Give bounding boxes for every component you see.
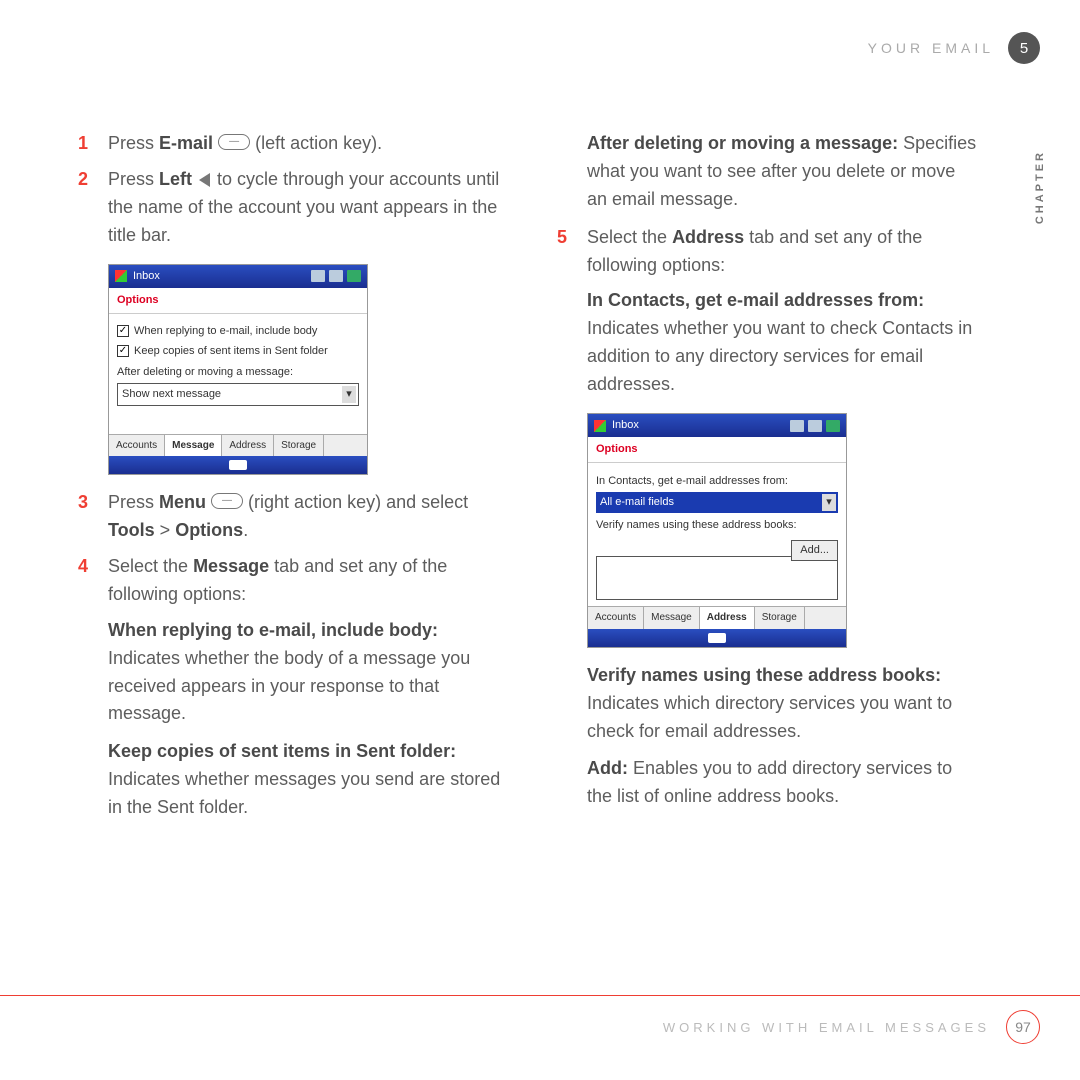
tab-storage[interactable]: Storage: [755, 607, 805, 629]
page-number-badge: 97: [1006, 1010, 1040, 1044]
tab-accounts[interactable]: Accounts: [109, 435, 165, 457]
verify-books-label: Verify names using these address books:: [596, 517, 838, 534]
option-after-delete: After deleting or moving a message: Spec…: [587, 130, 980, 214]
step-3: 3 Press Menu — (right action key) and se…: [78, 489, 501, 545]
step-1: 1 Press E-mail — (left action key).: [78, 130, 501, 158]
option-include-body: When replying to e-mail, include body: I…: [108, 617, 501, 729]
keyboard-icon[interactable]: [708, 633, 726, 643]
tab-bar: Accounts Message Address Storage: [588, 606, 846, 629]
options-heading: Options: [109, 288, 367, 314]
after-delete-select[interactable]: Show next message▾: [117, 383, 359, 406]
page-header: YOUR EMAIL 5: [868, 32, 1040, 64]
step-number: 1: [78, 130, 94, 158]
start-icon: [594, 420, 606, 432]
signal-icon: [311, 270, 325, 282]
left-column: 1 Press E-mail — (left action key). 2 Pr…: [78, 130, 501, 832]
step-text: Select the Message tab and set any of th…: [108, 553, 501, 609]
contacts-from-select[interactable]: All e-mail fields▾: [596, 492, 838, 513]
checkbox-keep-sent[interactable]: Keep copies of sent items in Sent folder: [117, 343, 359, 360]
footer-section-label: WORKING WITH EMAIL MESSAGES: [663, 1020, 990, 1035]
softkey-icon: —: [211, 493, 243, 509]
chevron-down-icon: ▾: [822, 494, 836, 511]
option-add: Add: Enables you to add directory servic…: [587, 755, 980, 811]
tab-address[interactable]: Address: [222, 435, 274, 457]
ok-icon: [826, 420, 840, 432]
after-delete-label: After deleting or moving a message:: [117, 364, 359, 381]
step-number: 2: [78, 166, 94, 250]
add-button[interactable]: Add...: [791, 540, 838, 561]
tab-bar: Accounts Message Address Storage: [109, 434, 367, 457]
title-text: Inbox: [612, 417, 639, 434]
step-number: 5: [557, 224, 573, 280]
checkbox-icon: [117, 325, 129, 337]
screenshot-address-options: Inbox Options In Contacts, get e-mail ad…: [587, 413, 847, 648]
step-text: Press Menu — (right action key) and sele…: [108, 489, 501, 545]
chapter-side-label: CHAPTER: [1034, 150, 1046, 224]
option-contacts-from: In Contacts, get e-mail addresses from: …: [587, 287, 980, 399]
step-text: Press E-mail — (left action key).: [108, 130, 501, 158]
titlebar: Inbox: [109, 265, 367, 288]
step-number: 4: [78, 553, 94, 609]
checkbox-include-body[interactable]: When replying to e-mail, include body: [117, 323, 359, 340]
step-4: 4 Select the Message tab and set any of …: [78, 553, 501, 609]
antenna-icon: [808, 420, 822, 432]
signal-icon: [790, 420, 804, 432]
titlebar: Inbox: [588, 414, 846, 437]
options-heading: Options: [588, 437, 846, 463]
section-label: YOUR EMAIL: [868, 40, 994, 56]
step-text: Press Left to cycle through your account…: [108, 166, 501, 250]
antenna-icon: [329, 270, 343, 282]
chevron-down-icon: ▾: [342, 386, 356, 403]
address-books-list[interactable]: [596, 556, 838, 600]
start-icon: [115, 270, 127, 282]
tab-message[interactable]: Message: [165, 435, 222, 457]
chapter-number-badge: 5: [1008, 32, 1040, 64]
left-arrow-icon: [199, 173, 210, 187]
screenshot-message-options: Inbox Options When replying to e-mail, i…: [108, 264, 368, 476]
option-verify-books: Verify names using these address books: …: [587, 662, 980, 746]
tab-address[interactable]: Address: [700, 607, 755, 629]
contacts-from-label: In Contacts, get e-mail addresses from:: [596, 473, 838, 490]
sip-bar: [109, 456, 367, 474]
tab-storage[interactable]: Storage: [274, 435, 324, 457]
right-column: After deleting or moving a message: Spec…: [557, 130, 980, 832]
step-text: Select the Address tab and set any of th…: [587, 224, 980, 280]
ok-icon: [347, 270, 361, 282]
step-number: 3: [78, 489, 94, 545]
step-5: 5 Select the Address tab and set any of …: [557, 224, 980, 280]
title-text: Inbox: [133, 268, 160, 285]
keyboard-icon[interactable]: [229, 460, 247, 470]
checkbox-icon: [117, 345, 129, 357]
page-footer: WORKING WITH EMAIL MESSAGES 97: [0, 995, 1080, 1044]
tab-accounts[interactable]: Accounts: [588, 607, 644, 629]
tab-message[interactable]: Message: [644, 607, 700, 629]
softkey-icon: —: [218, 134, 250, 150]
sip-bar: [588, 629, 846, 647]
step-2: 2 Press Left to cycle through your accou…: [78, 166, 501, 250]
option-keep-sent: Keep copies of sent items in Sent folder…: [108, 738, 501, 822]
